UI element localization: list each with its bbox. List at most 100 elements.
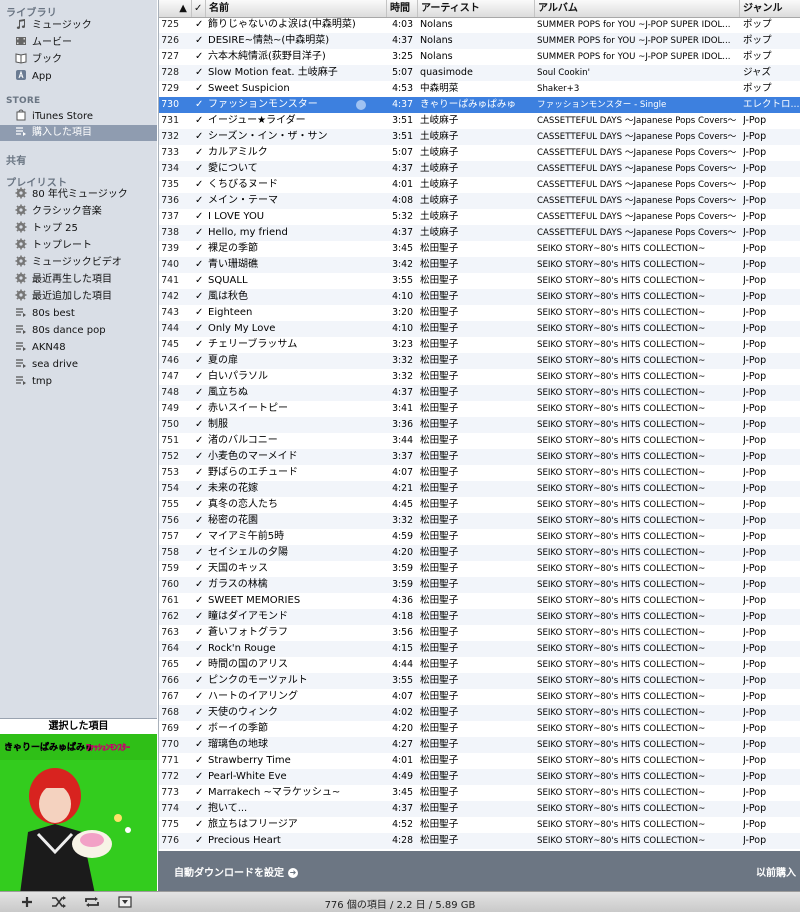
sidebar-item-movies[interactable]: ムービー [0,35,157,51]
table-row[interactable]: 776 ✓ Precious Heart 4:28 松田聖子 SEIKO STORY~80… [159,833,800,849]
table-row[interactable]: 743 ✓ Eighteen 3:20 松田聖子 SEIKO STORY~80's HIT… [159,305,800,321]
track-checkbox[interactable]: ✓ [195,641,205,657]
table-row[interactable]: 753 ✓ 野ばらのエチュード 4:07 松田聖子 SEIKO STORY~80's HI… [159,465,800,481]
track-checkbox[interactable]: ✓ [195,705,205,721]
table-row[interactable]: 734 ✓ 愛について 4:37 土岐麻子 CASSETTEFUL DAYS ～Japan… [159,161,800,177]
track-checkbox[interactable]: ✓ [195,433,205,449]
sidebar-item-smart-playlist[interactable]: トップ 25 [0,221,157,237]
table-row[interactable]: 736 ✓ メイン・テーマ 4:08 土岐麻子 CASSETTEFUL DAYS ～Jap… [159,193,800,209]
track-checkbox[interactable]: ✓ [195,449,205,465]
track-checkbox[interactable]: ✓ [195,97,205,113]
track-options-arrow-icon[interactable] [356,100,366,110]
table-row[interactable]: 755 ✓ 真冬の恋人たち 4:45 松田聖子 SEIKO STORY~80's HITS… [159,497,800,513]
track-checkbox[interactable]: ✓ [195,513,205,529]
sidebar-item-music[interactable]: ミュージック [0,18,157,34]
track-checkbox[interactable]: ✓ [195,33,205,49]
column-header-number[interactable]: ▲ [159,0,192,17]
table-row[interactable]: 773 ✓ Marrakech ~マラケッシュ~ 3:45 松田聖子 SEIKO STOR… [159,785,800,801]
track-checkbox[interactable]: ✓ [195,193,205,209]
table-row[interactable]: 761 ✓ SWEET MEMORIES 4:36 松田聖子 SEIKO STORY~80… [159,593,800,609]
table-row[interactable]: 729 ✓ Sweet Suspicion 4:53 中森明菜 Shaker+3 ポップ [159,81,800,97]
track-checkbox[interactable]: ✓ [195,625,205,641]
column-header-genre[interactable]: ジャンル [740,0,800,17]
track-checkbox[interactable]: ✓ [195,65,205,81]
table-row[interactable]: 735 ✓ くちびるヌード 4:01 土岐麻子 CASSETTEFUL DAYS ～Jap… [159,177,800,193]
sidebar-item-smart-playlist[interactable]: トップレート [0,238,157,254]
column-header-album[interactable]: アルバム [535,0,740,17]
column-header-time[interactable]: 時間 [387,0,418,17]
table-row[interactable]: 749 ✓ 赤いスイートピー 3:41 松田聖子 SEIKO STORY~80's HIT… [159,401,800,417]
sidebar-item-smart-playlist[interactable]: 最近追加した項目 [0,289,157,305]
table-row[interactable]: 730 ✓ ファッションモンスター 4:37 きゃりーぱみゅぱみゅ ファッションモンスター… [159,97,800,113]
table-row[interactable]: 756 ✓ 秘密の花園 3:32 松田聖子 SEIKO STORY~80's HITS C… [159,513,800,529]
column-header-name[interactable]: 名前 [206,0,387,17]
track-checkbox[interactable]: ✓ [195,257,205,273]
track-checkbox[interactable]: ✓ [195,545,205,561]
table-row[interactable]: 725 ✓ 飾りじゃないのよ涙は(中森明菜) 4:03 Nolans SUMMER POP… [159,17,800,33]
track-checkbox[interactable]: ✓ [195,769,205,785]
track-checkbox[interactable]: ✓ [195,321,205,337]
table-row[interactable]: 767 ✓ ハートのイアリング 4:07 松田聖子 SEIKO STORY~80's HI… [159,689,800,705]
table-row[interactable]: 770 ✓ 瑠璃色の地球 4:27 松田聖子 SEIKO STORY~80's HITS … [159,737,800,753]
sidebar-item-purchased[interactable]: 購入した項目 [0,125,157,141]
table-row[interactable]: 745 ✓ チェリーブラッサム 3:23 松田聖子 SEIKO STORY~80's HI… [159,337,800,353]
table-row[interactable]: 731 ✓ イージュー★ライダー 3:51 土岐麻子 CASSETTEFUL DAYS ～… [159,113,800,129]
track-checkbox[interactable]: ✓ [195,385,205,401]
sidebar-item-playlist[interactable]: AKN48 [0,340,157,356]
track-checkbox[interactable]: ✓ [195,529,205,545]
track-checkbox[interactable]: ✓ [195,689,205,705]
column-header-check[interactable]: ✓ [192,0,206,17]
table-row[interactable]: 752 ✓ 小麦色のマーメイド 3:37 松田聖子 SEIKO STORY~80's HI… [159,449,800,465]
track-checkbox[interactable]: ✓ [195,129,205,145]
track-checkbox[interactable]: ✓ [195,593,205,609]
table-row[interactable]: 769 ✓ ボーイの季節 4:20 松田聖子 SEIKO STORY~80's HITS … [159,721,800,737]
table-row[interactable]: 727 ✓ 六本木純情派(荻野目洋子) 3:25 Nolans SUMMER POPS f… [159,49,800,65]
sidebar-item-smart-playlist[interactable]: クラシック音楽 [0,204,157,220]
track-checkbox[interactable]: ✓ [195,737,205,753]
track-checkbox[interactable]: ✓ [195,785,205,801]
track-checkbox[interactable]: ✓ [195,337,205,353]
track-checkbox[interactable]: ✓ [195,721,205,737]
sidebar-item-smart-playlist[interactable]: 最近再生した項目 [0,272,157,288]
track-checkbox[interactable]: ✓ [195,465,205,481]
track-checkbox[interactable]: ✓ [195,369,205,385]
table-row[interactable]: 732 ✓ シーズン・イン・ザ・サン 3:51 土岐麻子 CASSETTEFUL DAYS… [159,129,800,145]
track-checkbox[interactable]: ✓ [195,81,205,97]
table-row[interactable]: 763 ✓ 蒼いフォトグラフ 3:56 松田聖子 SEIKO STORY~80's HIT… [159,625,800,641]
table-row[interactable]: 768 ✓ 天使のウィンク 4:02 松田聖子 SEIKO STORY~80's HITS… [159,705,800,721]
table-row[interactable]: 726 ✓ DESIRE~情熱~(中森明菜) 4:37 Nolans SUMMER POP… [159,33,800,49]
track-checkbox[interactable]: ✓ [195,481,205,497]
table-row[interactable]: 774 ✓ 抱いて... 4:37 松田聖子 SEIKO STORY~80's HITS … [159,801,800,817]
track-checkbox[interactable]: ✓ [195,577,205,593]
track-checkbox[interactable]: ✓ [195,417,205,433]
auto-download-settings-link[interactable]: 自動ダウンロードを設定 ➜ [174,864,298,879]
table-row[interactable]: 746 ✓ 夏の扉 3:32 松田聖子 SEIKO STORY~80's HITS COL… [159,353,800,369]
sidebar-item-itunes-store[interactable]: iTunes Store [0,109,157,125]
table-row[interactable]: 751 ✓ 渚のバルコニー 3:44 松田聖子 SEIKO STORY~80's HITS… [159,433,800,449]
track-checkbox[interactable]: ✓ [195,273,205,289]
track-checkbox[interactable]: ✓ [195,353,205,369]
table-row[interactable]: 772 ✓ Pearl-White Eve 4:49 松田聖子 SEIKO STORY~8… [159,769,800,785]
track-checkbox[interactable]: ✓ [195,113,205,129]
track-checkbox[interactable]: ✓ [195,177,205,193]
track-checkbox[interactable]: ✓ [195,817,205,833]
table-row[interactable]: 742 ✓ 風は秋色 4:10 松田聖子 SEIKO STORY~80's HITS CO… [159,289,800,305]
sidebar-item-books[interactable]: ブック [0,52,157,68]
sidebar-item-smart-playlist[interactable]: 80 年代ミュージック [0,187,157,203]
table-row[interactable]: 733 ✓ カルアミルク 5:07 土岐麻子 CASSETTEFUL DAYS ～Japa… [159,145,800,161]
table-row[interactable]: 765 ✓ 時間の国のアリス 4:44 松田聖子 SEIKO STORY~80's HIT… [159,657,800,673]
track-checkbox[interactable]: ✓ [195,161,205,177]
sidebar-item-playlist[interactable]: tmp [0,374,157,390]
table-row[interactable]: 758 ✓ セイシェルの夕陽 4:20 松田聖子 SEIKO STORY~80's HIT… [159,545,800,561]
table-row[interactable]: 737 ✓ I LOVE YOU 5:32 土岐麻子 CASSETTEFUL DAYS ～… [159,209,800,225]
table-row[interactable]: 775 ✓ 旅立ちはフリージア 4:52 松田聖子 SEIKO STORY~80's HI… [159,817,800,833]
sidebar-item-playlist[interactable]: sea drive [0,357,157,373]
track-checkbox[interactable]: ✓ [195,225,205,241]
table-row[interactable]: 747 ✓ 白いパラソル 3:32 松田聖子 SEIKO STORY~80's HITS … [159,369,800,385]
track-checkbox[interactable]: ✓ [195,145,205,161]
sidebar-item-smart-playlist[interactable]: ミュージックビデオ [0,255,157,271]
table-row[interactable]: 754 ✓ 未来の花嫁 4:21 松田聖子 SEIKO STORY~80's HITS C… [159,481,800,497]
track-checkbox[interactable]: ✓ [195,561,205,577]
table-row[interactable]: 739 ✓ 裸足の季節 3:45 松田聖子 SEIKO STORY~80's HITS C… [159,241,800,257]
track-checkbox[interactable]: ✓ [195,305,205,321]
